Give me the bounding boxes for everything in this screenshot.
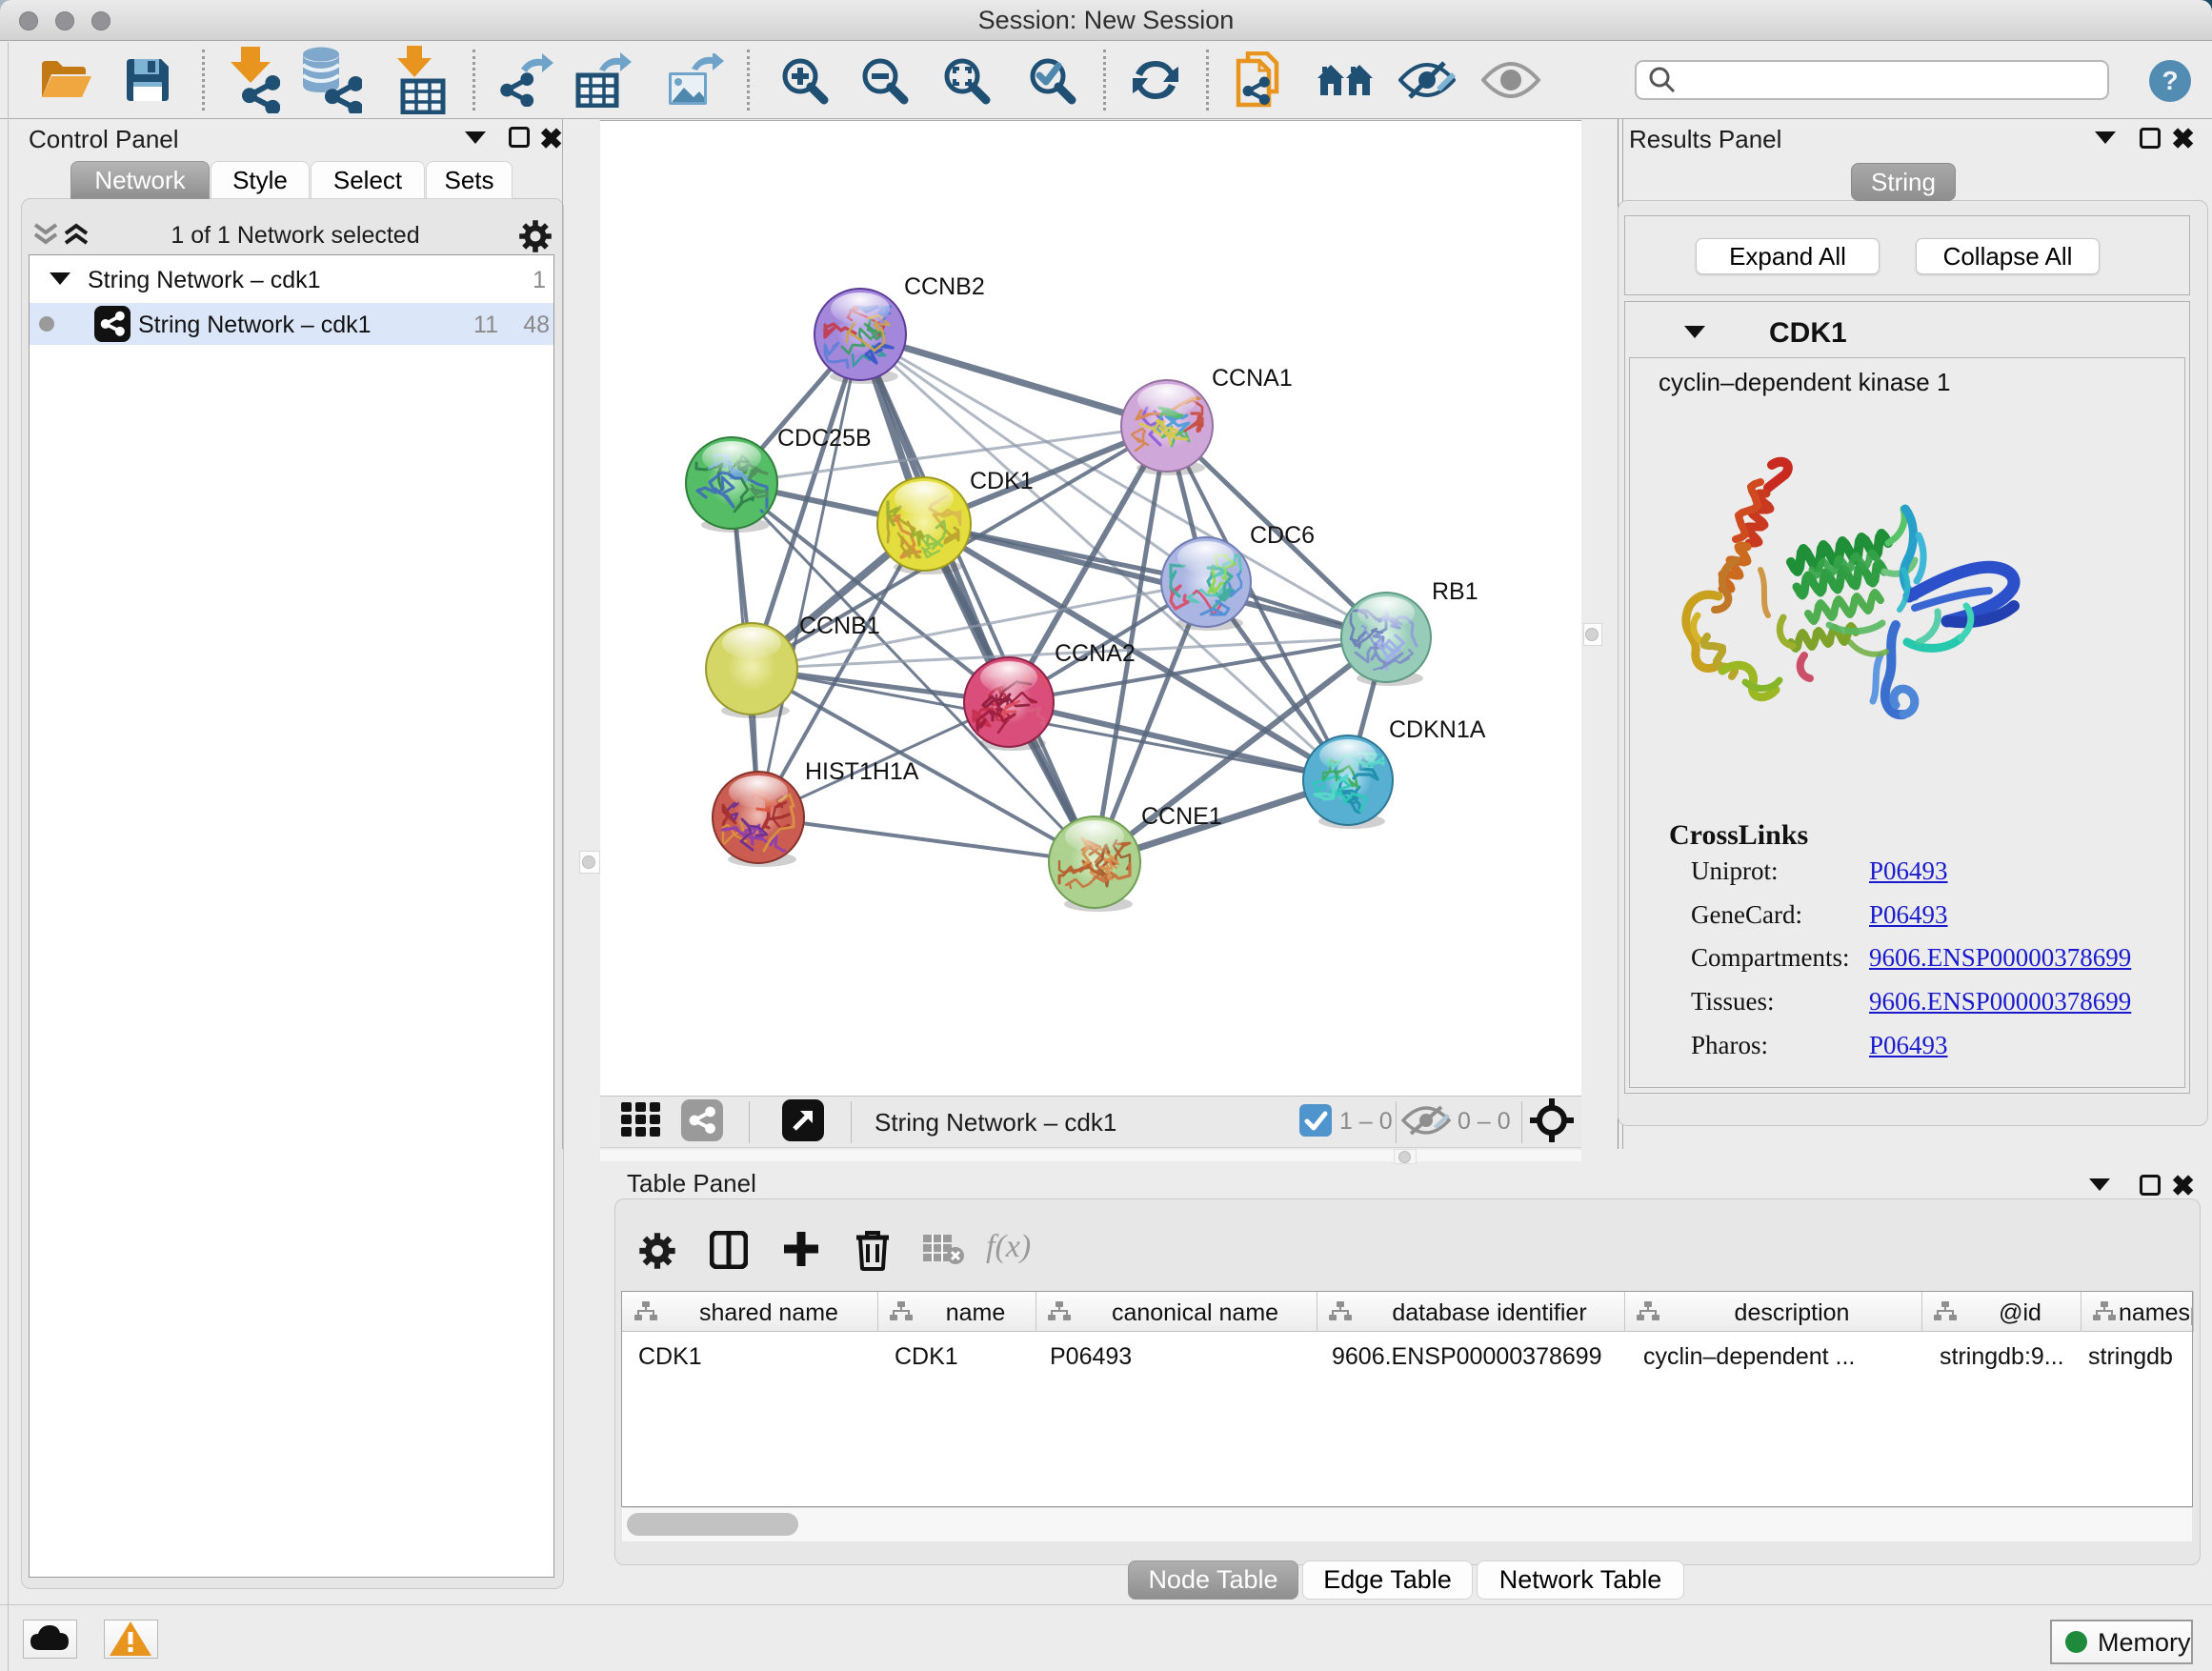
svg-text:CCNA1: CCNA1 (1212, 365, 1293, 392)
svg-text:RB1: RB1 (1432, 578, 1478, 605)
svg-text:CDC6: CDC6 (1250, 522, 1315, 549)
svg-text:CDKN1A: CDKN1A (1389, 716, 1486, 743)
svg-text:CDC25B: CDC25B (777, 425, 872, 452)
svg-text:CCNB2: CCNB2 (904, 273, 985, 300)
svg-text:CCNE1: CCNE1 (1141, 803, 1222, 830)
svg-text:HIST1H1A: HIST1H1A (805, 758, 919, 785)
svg-text:CCNB1: CCNB1 (799, 613, 880, 639)
svg-text:CDK1: CDK1 (970, 468, 1034, 494)
svg-text:CCNA2: CCNA2 (1055, 640, 1136, 667)
svg-text:?: ? (2162, 66, 2178, 95)
